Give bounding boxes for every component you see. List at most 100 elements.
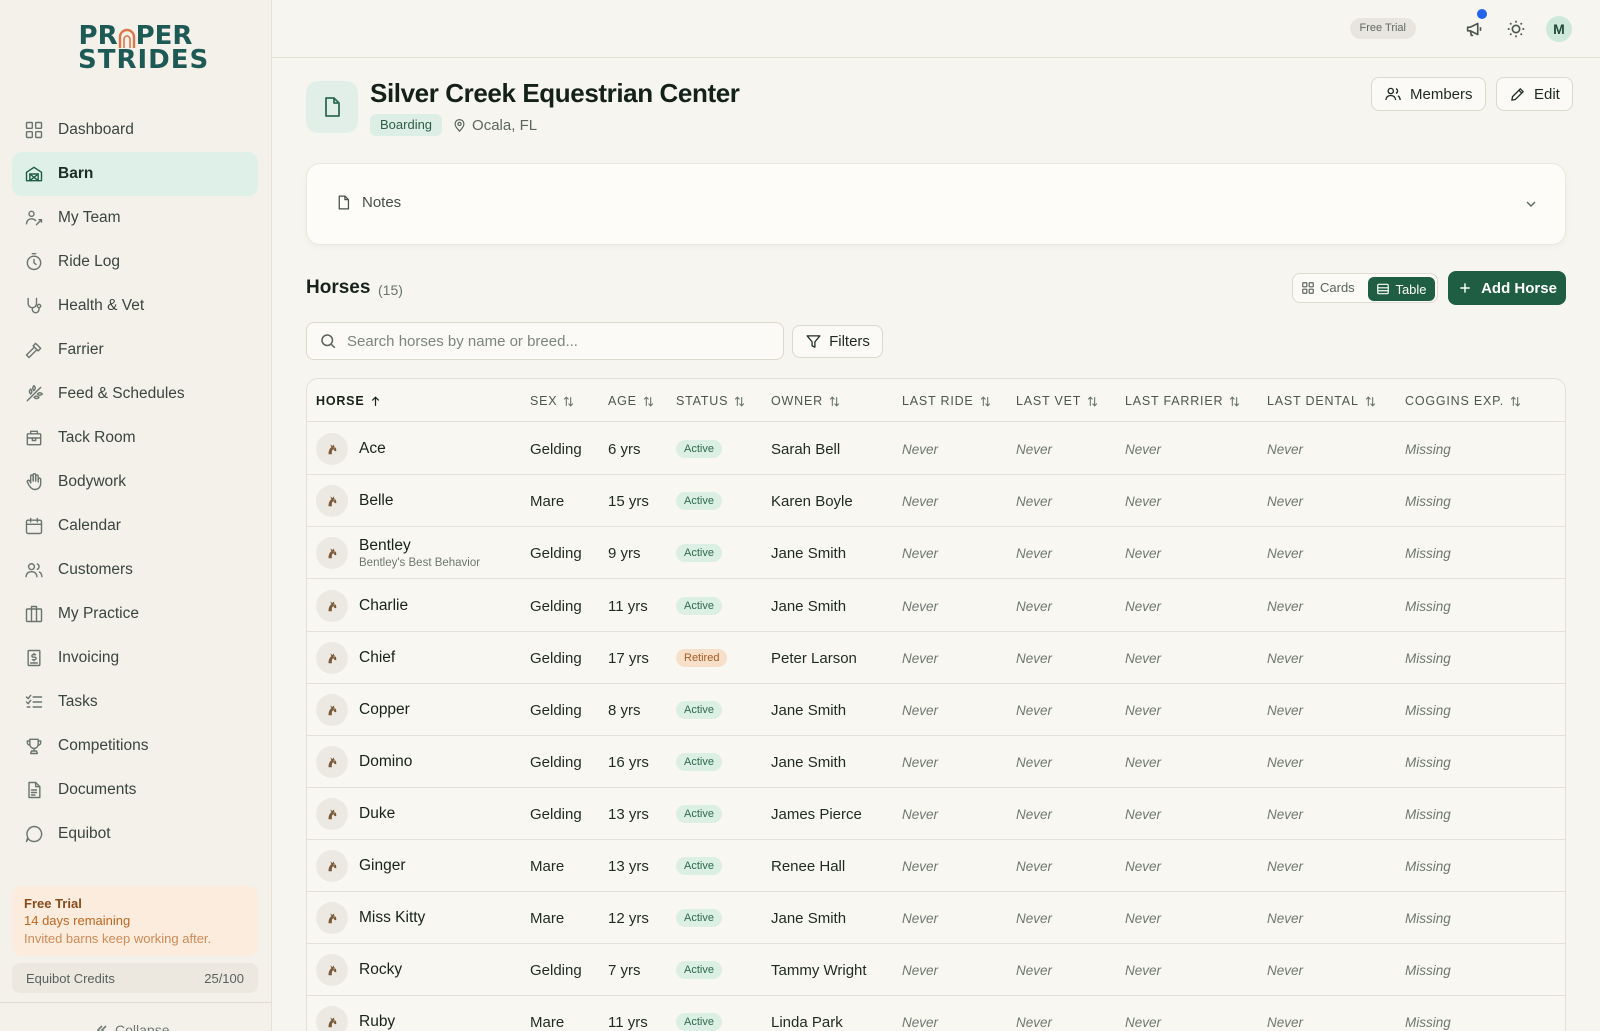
- cards-view-button[interactable]: Cards: [1301, 280, 1355, 295]
- table-row[interactable]: Ruby Mare 11 yrs Active Linda Park Never Never…: [307, 996, 1565, 1031]
- coggins-cell: Missing: [1405, 493, 1451, 509]
- column-header-last-dental[interactable]: LAST DENTAL: [1267, 394, 1377, 408]
- table-row[interactable]: Rocky Gelding 7 yrs Active Tammy Wright Never…: [307, 944, 1565, 996]
- horse-name-cell[interactable]: Rocky: [359, 944, 402, 996]
- table-view-button[interactable]: Table: [1368, 277, 1435, 301]
- sidebar-item-tack-room[interactable]: Tack Room: [12, 416, 258, 460]
- users-icon: [1384, 85, 1402, 103]
- horse-name[interactable]: Ace: [359, 440, 386, 458]
- trial-title: Free Trial: [24, 896, 82, 911]
- barn-document-icon: [306, 81, 358, 133]
- horse-name[interactable]: Ruby: [359, 1013, 395, 1031]
- user-avatar[interactable]: M: [1546, 16, 1572, 42]
- horse-name-cell[interactable]: Charlie: [359, 580, 408, 632]
- horse-name-cell[interactable]: Duke: [359, 788, 395, 840]
- trial-note: Invited barns keep working after.: [24, 931, 212, 946]
- sidebar-item-label: Farrier: [58, 341, 104, 358]
- table-row[interactable]: Bentley Bentley's Best Behavior Gelding 9 y…: [307, 527, 1565, 579]
- column-header-label: LAST DENTAL: [1267, 394, 1359, 408]
- filters-button[interactable]: Filters: [792, 325, 883, 358]
- sidebar-item-competitions[interactable]: Competitions: [12, 724, 258, 768]
- sidebar-item-documents[interactable]: Documents: [12, 768, 258, 812]
- table-row[interactable]: Duke Gelding 13 yrs Active James Pierce Never…: [307, 788, 1565, 840]
- sidebar-item-ride-log[interactable]: Ride Log: [12, 240, 258, 284]
- view-toggle: Cards Table: [1292, 273, 1438, 303]
- free-trial-pill[interactable]: Free Trial: [1349, 18, 1416, 39]
- sidebar-item-farrier[interactable]: Farrier: [12, 328, 258, 372]
- table-row[interactable]: Copper Gelding 8 yrs Active Jane Smith Never N…: [307, 684, 1565, 736]
- sidebar-item-dashboard[interactable]: Dashboard: [12, 108, 258, 152]
- last-vet-cell: Never: [1016, 858, 1053, 874]
- horse-name-cell[interactable]: Copper: [359, 684, 410, 736]
- column-header-label: HORSE: [316, 394, 365, 408]
- sex-cell: Mare: [530, 909, 565, 927]
- collapse-button[interactable]: Collapse: [95, 1022, 169, 1031]
- notes-panel[interactable]: Notes: [306, 163, 1566, 245]
- horse-name-cell[interactable]: Ginger: [359, 840, 406, 892]
- members-button[interactable]: Members: [1371, 77, 1486, 111]
- horse-name[interactable]: Charlie: [359, 597, 408, 615]
- megaphone-icon[interactable]: [1464, 18, 1486, 40]
- sidebar-item-health-vet[interactable]: Health & Vet: [12, 284, 258, 328]
- last-dental-cell: Never: [1267, 702, 1304, 718]
- table-row[interactable]: Chief Gelding 17 yrs Retired Peter Larson Nev…: [307, 632, 1565, 684]
- sun-icon[interactable]: [1505, 18, 1527, 40]
- search-input[interactable]: [347, 332, 767, 350]
- add-horse-button[interactable]: Add Horse: [1448, 271, 1566, 305]
- table-row[interactable]: Domino Gelding 16 yrs Active Jane Smith Never…: [307, 736, 1565, 788]
- trial-banner[interactable]: Free Trial 14 days remaining Invited bar…: [12, 886, 258, 956]
- horse-name-cell[interactable]: Ace: [359, 423, 386, 475]
- sex-cell: Gelding: [530, 440, 582, 458]
- column-header-status[interactable]: STATUS: [676, 394, 746, 408]
- last-dental-cell: Never: [1267, 598, 1304, 614]
- horse-name-cell[interactable]: Miss Kitty: [359, 892, 425, 944]
- sidebar-item-invoicing[interactable]: Invoicing: [12, 636, 258, 680]
- table-row[interactable]: Belle Mare 15 yrs Active Karen Boyle Never Nev…: [307, 475, 1565, 527]
- horse-name[interactable]: Belle: [359, 492, 393, 510]
- sidebar-item-my-practice[interactable]: My Practice: [12, 592, 258, 636]
- sidebar-item-barn[interactable]: Barn: [12, 152, 258, 196]
- notes-header: Notes: [335, 194, 401, 211]
- sidebar-item-customers[interactable]: Customers: [12, 548, 258, 592]
- horse-name[interactable]: Bentley: [359, 537, 480, 555]
- sidebar-item-equibot[interactable]: Equibot: [12, 812, 258, 856]
- horse-name[interactable]: Duke: [359, 805, 395, 823]
- table-row[interactable]: Miss Kitty Mare 12 yrs Active Jane Smith Neve…: [307, 892, 1565, 944]
- edit-button[interactable]: Edit: [1496, 77, 1573, 111]
- column-header-coggins-exp[interactable]: COGGINS EXP.: [1405, 394, 1522, 408]
- horse-name[interactable]: Chief: [359, 649, 395, 667]
- column-header-last-vet[interactable]: LAST VET: [1016, 394, 1099, 408]
- horse-name-cell[interactable]: Chief: [359, 632, 395, 684]
- horse-name[interactable]: Domino: [359, 753, 412, 771]
- sidebar-item-calendar[interactable]: Calendar: [12, 504, 258, 548]
- brand-logo[interactable]: PR PER STRIDES: [78, 23, 208, 73]
- horse-name-cell[interactable]: Ruby: [359, 996, 395, 1031]
- sidebar-item-my-team[interactable]: My Team: [12, 196, 258, 240]
- table-row[interactable]: Ginger Mare 13 yrs Active Renee Hall Never Nev…: [307, 840, 1565, 892]
- horse-name[interactable]: Ginger: [359, 857, 406, 875]
- column-header-last-farrier[interactable]: LAST FARRIER: [1125, 394, 1241, 408]
- table-row[interactable]: Charlie Gelding 11 yrs Active Jane Smith Neve…: [307, 580, 1565, 632]
- column-header-sex[interactable]: SEX: [530, 394, 575, 408]
- coggins-cell: Missing: [1405, 962, 1451, 978]
- equibot-credits[interactable]: Equibot Credits 25/100: [12, 963, 258, 993]
- horse-name[interactable]: Miss Kitty: [359, 909, 425, 927]
- horse-name[interactable]: Copper: [359, 701, 410, 719]
- owner-cell: Jane Smith: [771, 753, 847, 771]
- sidebar-item-tasks[interactable]: Tasks: [12, 680, 258, 724]
- horse-name-cell[interactable]: Belle: [359, 475, 393, 527]
- column-header-age[interactable]: AGE: [608, 394, 655, 408]
- column-header-owner[interactable]: OWNER: [771, 394, 841, 408]
- horse-name-cell[interactable]: Domino: [359, 736, 412, 788]
- status-cell: Active: [676, 527, 722, 579]
- table-row[interactable]: Ace Gelding 6 yrs Active Sarah Bell Never Neve…: [307, 423, 1565, 475]
- horse-name-cell[interactable]: Bentley Bentley's Best Behavior: [359, 527, 480, 579]
- sidebar-item-feed-schedules[interactable]: Feed & Schedules: [12, 372, 258, 416]
- sidebar-item-bodywork[interactable]: Bodywork: [12, 460, 258, 504]
- column-header-last-ride[interactable]: LAST RIDE: [902, 394, 992, 408]
- horse-name[interactable]: Rocky: [359, 961, 402, 979]
- column-header-horse[interactable]: HORSE: [316, 394, 382, 408]
- last-ride-cell: Never: [902, 1014, 939, 1030]
- last-dental-cell: Never: [1267, 441, 1304, 457]
- chevron-down-icon[interactable]: [1523, 196, 1539, 212]
